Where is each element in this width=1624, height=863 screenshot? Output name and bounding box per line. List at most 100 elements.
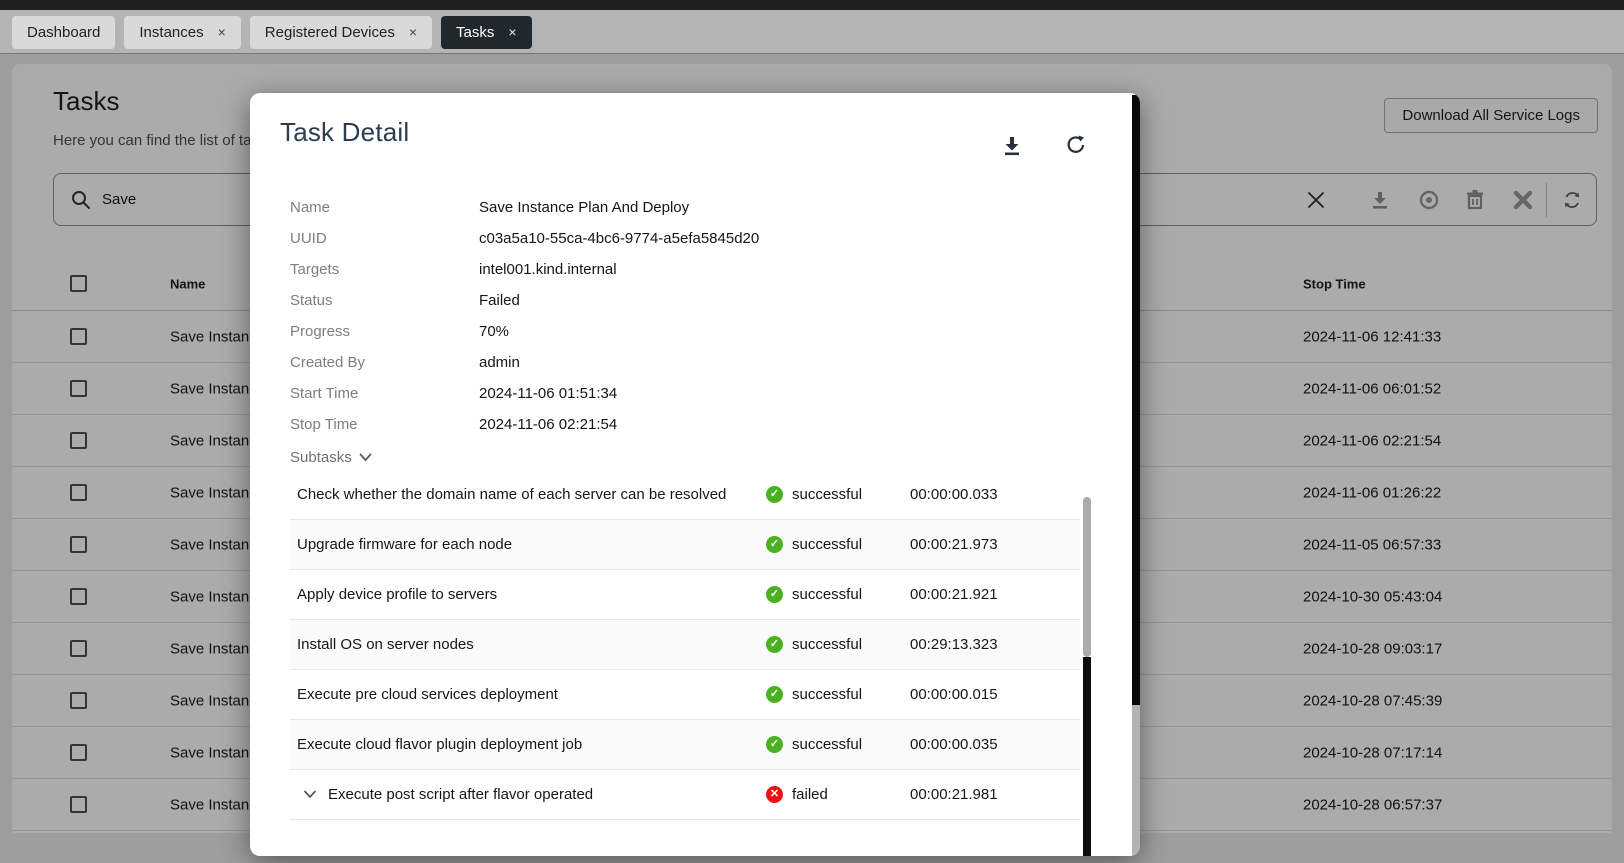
download-log-icon[interactable] — [996, 129, 1028, 161]
field-label: Progress — [290, 323, 351, 340]
detail-field-row: Status Failed — [250, 285, 1140, 316]
field-value: intel001.kind.internal — [479, 261, 617, 278]
window-top-strip — [0, 0, 1624, 10]
subtask-name: Check whether the domain name of each se… — [290, 486, 766, 503]
subtask-status: ✓ successful — [766, 586, 910, 603]
field-label: Name — [290, 199, 331, 216]
status-label: successful — [792, 686, 863, 703]
subtask-name: Upgrade firmware for each node — [290, 536, 766, 553]
status-icon: ✓ — [766, 536, 783, 553]
tab-close-icon[interactable]: × — [218, 25, 226, 39]
status-label: successful — [792, 486, 863, 503]
subtasks-label: Subtasks — [290, 448, 352, 466]
field-label: Created By — [290, 354, 366, 371]
subtask-row[interactable]: Upgrade firmware for each node ✓ success… — [290, 520, 1080, 570]
detail-field-row: Created By admin — [250, 347, 1140, 378]
app-tab[interactable]: Tasks × — [441, 15, 532, 49]
subtask-status: ✕ failed — [766, 786, 910, 803]
subtask-name-text: Apply device profile to servers — [297, 586, 498, 603]
status-icon: ✓ — [766, 486, 783, 503]
detail-field-row: Stop Time 2024-11-06 02:21:54 — [250, 409, 1140, 440]
subtask-name: Execute pre cloud services deployment — [290, 686, 766, 703]
field-value: Failed — [479, 292, 520, 309]
field-value: 2024-11-06 01:51:34 — [479, 385, 618, 402]
detail-field-row: Start Time 2024-11-06 01:51:34 — [250, 378, 1140, 409]
detail-field-row: Progress 70% — [250, 316, 1140, 347]
detail-field-row: Targets intel001.kind.internal — [250, 254, 1140, 285]
subtask-scrollbar-track[interactable] — [1083, 657, 1091, 856]
task-detail-modal: Task Detail Name Save Instance Plan And … — [250, 93, 1140, 856]
subtask-scrollbar-thumb[interactable] — [1083, 497, 1091, 657]
subtask-duration: 00:00:00.033 — [910, 486, 998, 503]
subtask-row[interactable]: Check whether the domain name of each se… — [290, 470, 1080, 520]
subtask-name-text: Execute pre cloud services deployment — [297, 686, 558, 703]
status-label: successful — [792, 736, 863, 753]
tab-label: Tasks — [456, 23, 495, 41]
subtask-duration: 00:00:00.015 — [910, 686, 998, 703]
subtask-status: ✓ successful — [766, 736, 910, 753]
status-label: successful — [792, 636, 863, 653]
subtasks-section-header[interactable]: Subtasks — [290, 445, 372, 469]
field-value: Save Instance Plan And Deploy — [479, 199, 690, 216]
detail-field-row: UUID c03a5a10-55ca-4bc6-9774-a5efa5845d2… — [250, 223, 1140, 254]
subtask-row[interactable]: Install OS on server nodes ✓ successful … — [290, 620, 1080, 670]
field-value: c03a5a10-55ca-4bc6-9774-a5efa5845d20 — [479, 230, 760, 247]
detail-field-row: Name Save Instance Plan And Deploy — [250, 192, 1140, 223]
field-label: Start Time — [290, 385, 359, 402]
subtask-name: Execute post script after flavor operate… — [290, 786, 766, 803]
subtask-duration: 00:00:21.981 — [910, 786, 998, 803]
field-label: UUID — [290, 230, 327, 247]
tab-label: Instances — [139, 23, 204, 41]
subtask-name: Install OS on server nodes — [290, 636, 766, 653]
tab-label: Registered Devices — [264, 23, 395, 41]
modal-title: Task Detail — [280, 117, 410, 147]
subtask-name-text: Execute post script after flavor operate… — [328, 786, 594, 803]
tab-close-icon[interactable]: × — [508, 25, 516, 39]
chevron-down-icon[interactable] — [303, 790, 317, 799]
subtask-status: ✓ successful — [766, 636, 910, 653]
field-value: 70% — [479, 323, 510, 340]
status-icon: ✓ — [766, 686, 783, 703]
status-label: successful — [792, 586, 863, 603]
task-detail-fields: Name Save Instance Plan And Deploy UUID … — [250, 192, 1140, 440]
chevron-down-icon — [359, 453, 372, 461]
subtask-list: Check whether the domain name of each se… — [290, 470, 1080, 856]
refresh-icon[interactable] — [1060, 129, 1092, 161]
field-value: 2024-11-06 02:21:54 — [479, 416, 618, 433]
subtask-duration: 00:29:13.323 — [910, 636, 998, 653]
subtask-name: Apply device profile to servers — [290, 586, 766, 603]
subtask-name-text: Check whether the domain name of each se… — [297, 486, 727, 503]
subtask-status: ✓ successful — [766, 536, 910, 553]
status-label: failed — [792, 786, 828, 803]
subtask-duration: 00:00:00.035 — [910, 736, 998, 753]
subtask-row[interactable]: Execute post script after flavor operate… — [290, 770, 1080, 820]
status-icon: ✕ — [766, 786, 783, 803]
modal-scrollbar-thumb[interactable] — [1132, 95, 1140, 705]
subtask-row[interactable]: Execute cloud flavor plugin deployment j… — [290, 720, 1080, 770]
status-icon: ✓ — [766, 736, 783, 753]
modal-scrollbar-track[interactable] — [1132, 705, 1140, 856]
field-value: admin — [479, 354, 520, 371]
tab-label: Dashboard — [27, 23, 101, 41]
subtask-name: Execute cloud flavor plugin deployment j… — [290, 736, 766, 753]
app-tab[interactable]: Registered Devices × — [249, 15, 433, 49]
app-tab[interactable]: Instances × — [124, 15, 241, 49]
field-label: Stop Time — [290, 416, 358, 433]
subtask-name-text: Upgrade firmware for each node — [297, 536, 513, 553]
status-icon: ✓ — [766, 586, 783, 603]
subtask-row[interactable]: Apply device profile to servers ✓ succes… — [290, 570, 1080, 620]
subtask-status: ✓ successful — [766, 486, 910, 503]
field-label: Targets — [290, 261, 340, 278]
app-tab-bar: Dashboard Instances × Registered Devices… — [0, 10, 1624, 54]
subtask-duration: 00:00:21.921 — [910, 586, 998, 603]
app-tab[interactable]: Dashboard — [12, 15, 116, 49]
field-label: Status — [290, 292, 333, 309]
subtask-name-text: Execute cloud flavor plugin deployment j… — [297, 736, 583, 753]
tab-close-icon[interactable]: × — [409, 25, 417, 39]
subtask-status: ✓ successful — [766, 686, 910, 703]
subtask-name-text: Install OS on server nodes — [297, 636, 474, 653]
subtask-duration: 00:00:21.973 — [910, 536, 998, 553]
status-icon: ✓ — [766, 636, 783, 653]
status-label: successful — [792, 536, 863, 553]
subtask-row[interactable]: Execute pre cloud services deployment ✓ … — [290, 670, 1080, 720]
